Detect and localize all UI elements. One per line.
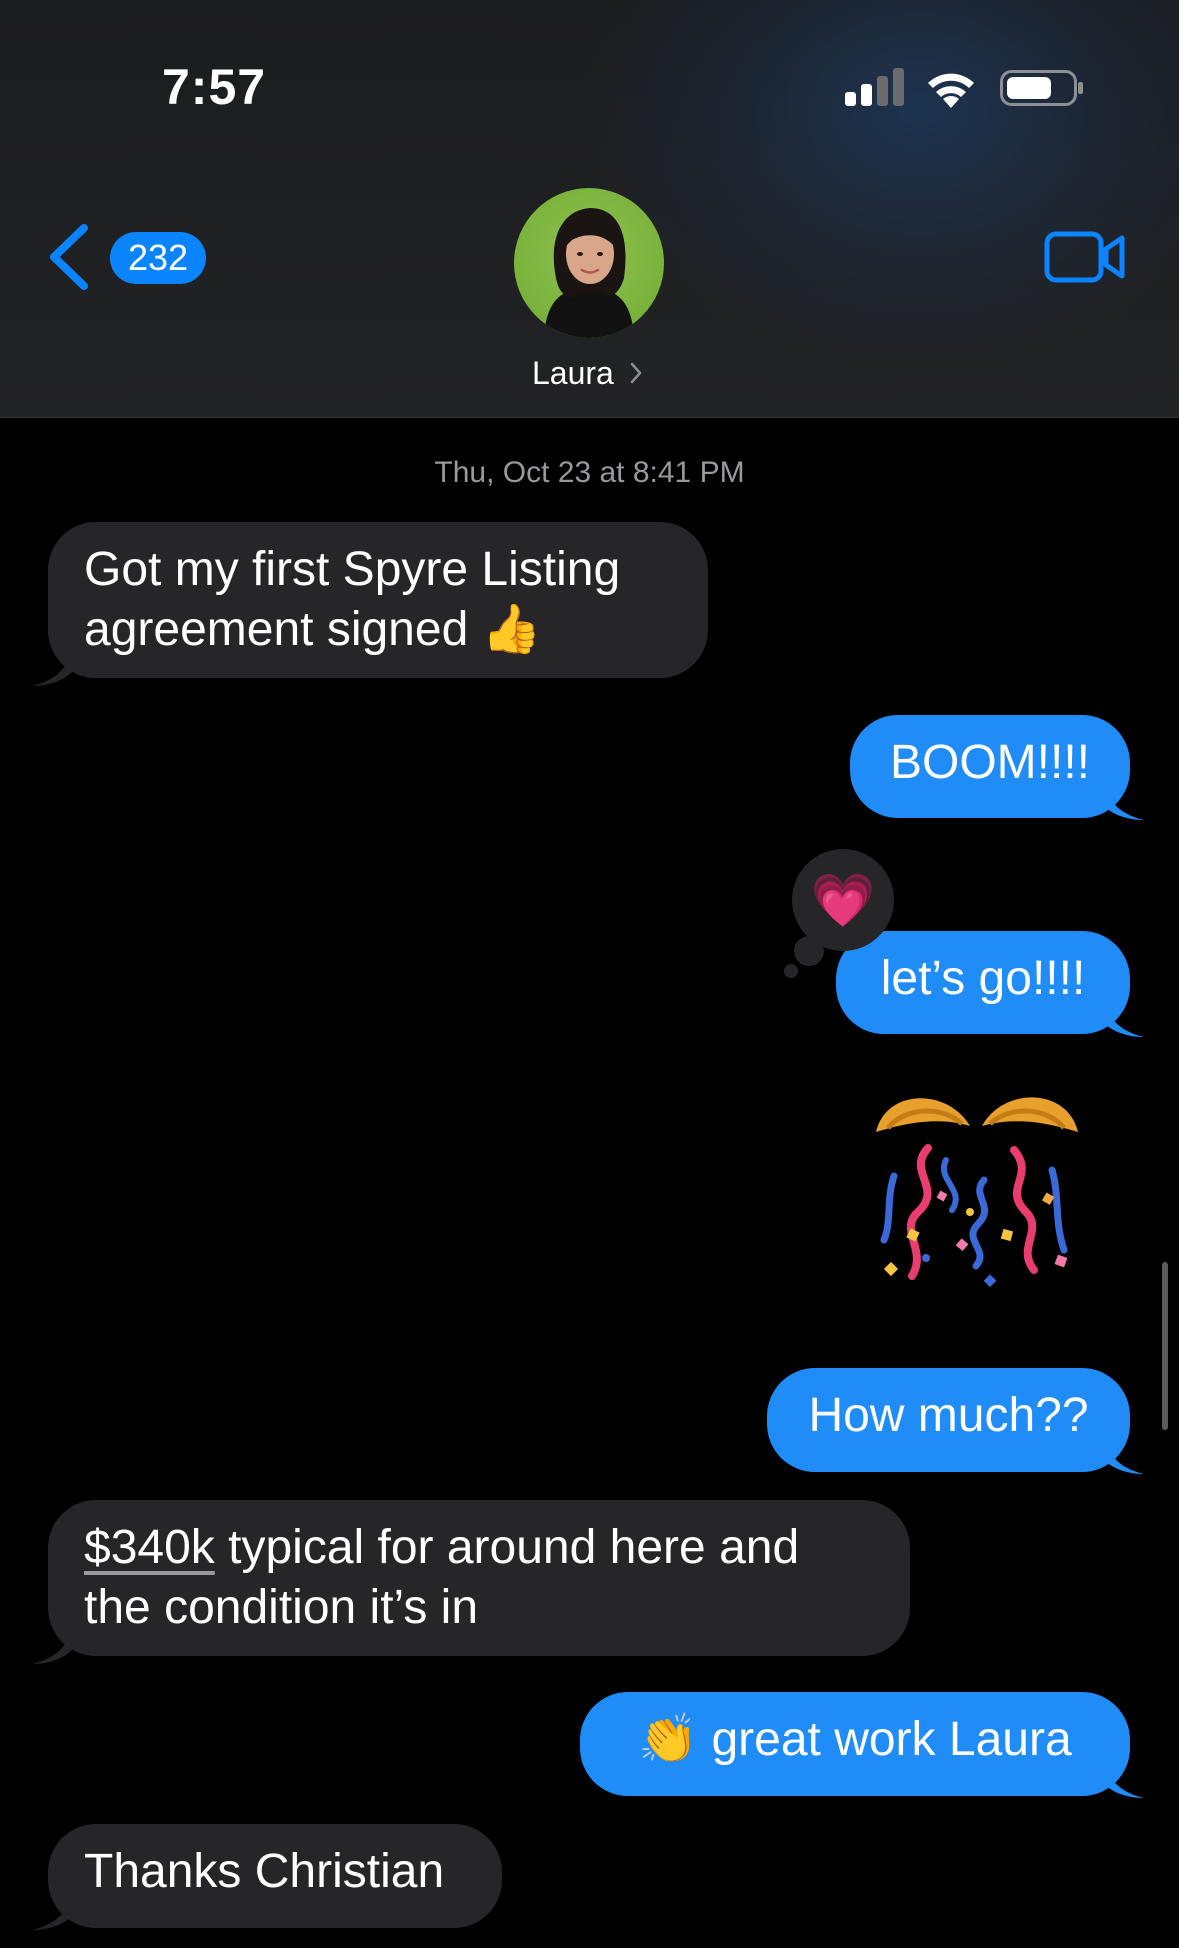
wifi-icon [928,73,974,108]
pink-heart-icon: 💗 [810,871,876,930]
cellular-signal-icon [845,68,904,106]
incoming-message[interactable]: Got my first Spyre Listing agreement sig… [48,522,708,678]
unread-count-badge[interactable]: 232 [110,232,207,284]
message-text: typical for around here and [214,1521,800,1574]
message-timestamp: Thu, Oct 23 at 8:41 PM [434,456,745,489]
message-text: let’s go!!!! [880,952,1086,1005]
battery-icon [1000,70,1083,106]
confetti-ball-sticker[interactable] [866,1080,1086,1290]
heart-reaction[interactable]: 💗 [792,849,894,951]
clapping-hands-emoji: 👏 [638,1713,699,1766]
incoming-message[interactable]: Thanks Christian [48,1824,502,1928]
contact-name[interactable]: Laura [532,355,614,392]
outgoing-message[interactable]: let’s go!!!! [836,931,1130,1034]
message-text: Thanks Christian [84,1845,445,1898]
incoming-message[interactable]: $340k typical for around here and the co… [48,1500,910,1656]
reaction-bubble-dot [784,964,798,978]
thumbs-up-emoji: 👍 [481,603,542,656]
message-text: great work Laura [711,1713,1072,1766]
conversation-header: 7:57 232 Laura [0,0,1179,418]
message-text: How much?? [808,1389,1089,1442]
status-time: 7:57 [162,59,267,115]
avatar-portrait [544,208,634,338]
message-text: BOOM!!!! [889,736,1090,789]
outgoing-message[interactable]: BOOM!!!! [850,715,1130,818]
outgoing-message[interactable]: 👏 great work Laura [580,1692,1130,1796]
scroll-indicator[interactable] [1162,1262,1168,1430]
message-text: agreement signed [84,603,469,656]
message-text: the condition it’s in [84,1581,479,1634]
message-text: Got my first Spyre Listing [84,543,621,596]
contact-avatar[interactable] [514,188,664,338]
chevron-right-icon[interactable] [629,361,643,385]
outgoing-message[interactable]: How much?? [767,1368,1130,1472]
chevron-left-icon[interactable] [44,222,96,292]
video-camera-icon[interactable] [1044,230,1126,284]
amount-link[interactable]: $340k [84,1521,215,1574]
